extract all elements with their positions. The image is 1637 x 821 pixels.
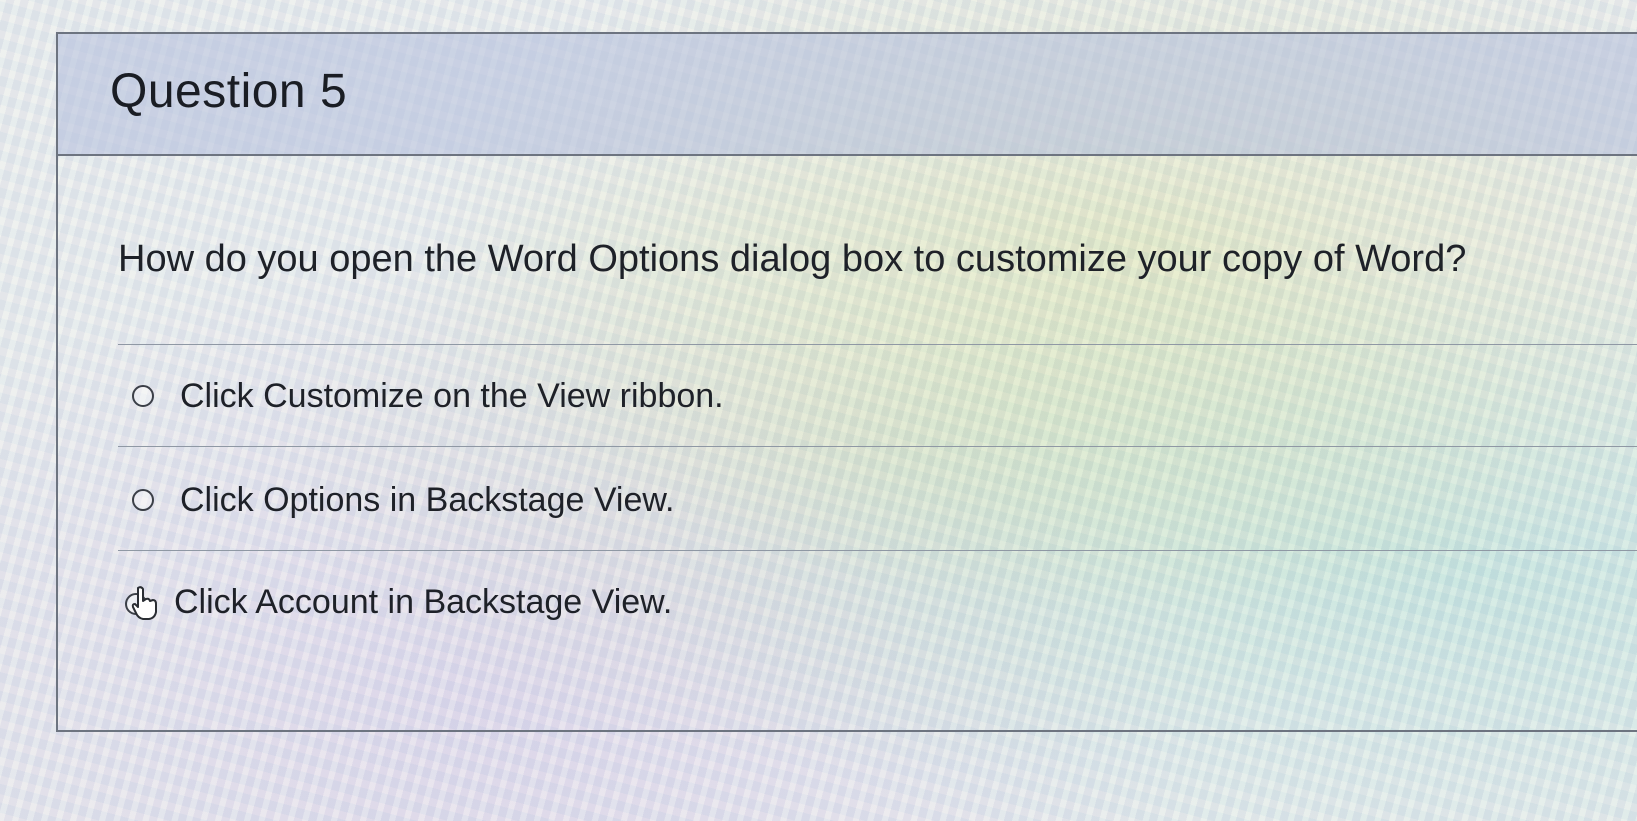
answer-option-account-backstage[interactable]: Click Account in Backstage View.: [125, 572, 673, 632]
divider: [118, 344, 1637, 345]
answer-label: Click Account in Backstage View.: [174, 582, 673, 621]
divider: [118, 446, 1637, 447]
answer-label: Click Options in Backstage View.: [180, 480, 675, 519]
question-body: How do you open the Word Options dialog …: [58, 156, 1637, 730]
question-panel: Question 5 How do you open the Word Opti…: [56, 32, 1637, 732]
radio-button-icon[interactable]: [132, 385, 154, 407]
answer-option-customize-view-ribbon[interactable]: Click Customize on the View ribbon.: [132, 366, 724, 426]
answer-option-options-backstage[interactable]: Click Options in Backstage View.: [132, 470, 675, 530]
radio-button-icon[interactable]: [132, 489, 154, 511]
hand-pointer-cursor-icon: [125, 586, 157, 620]
question-title: Question 5: [110, 65, 348, 118]
question-header: Question 5: [58, 34, 1637, 156]
divider: [118, 550, 1637, 551]
question-prompt: How do you open the Word Options dialog …: [118, 238, 1467, 280]
answer-label: Click Customize on the View ribbon.: [180, 376, 724, 415]
